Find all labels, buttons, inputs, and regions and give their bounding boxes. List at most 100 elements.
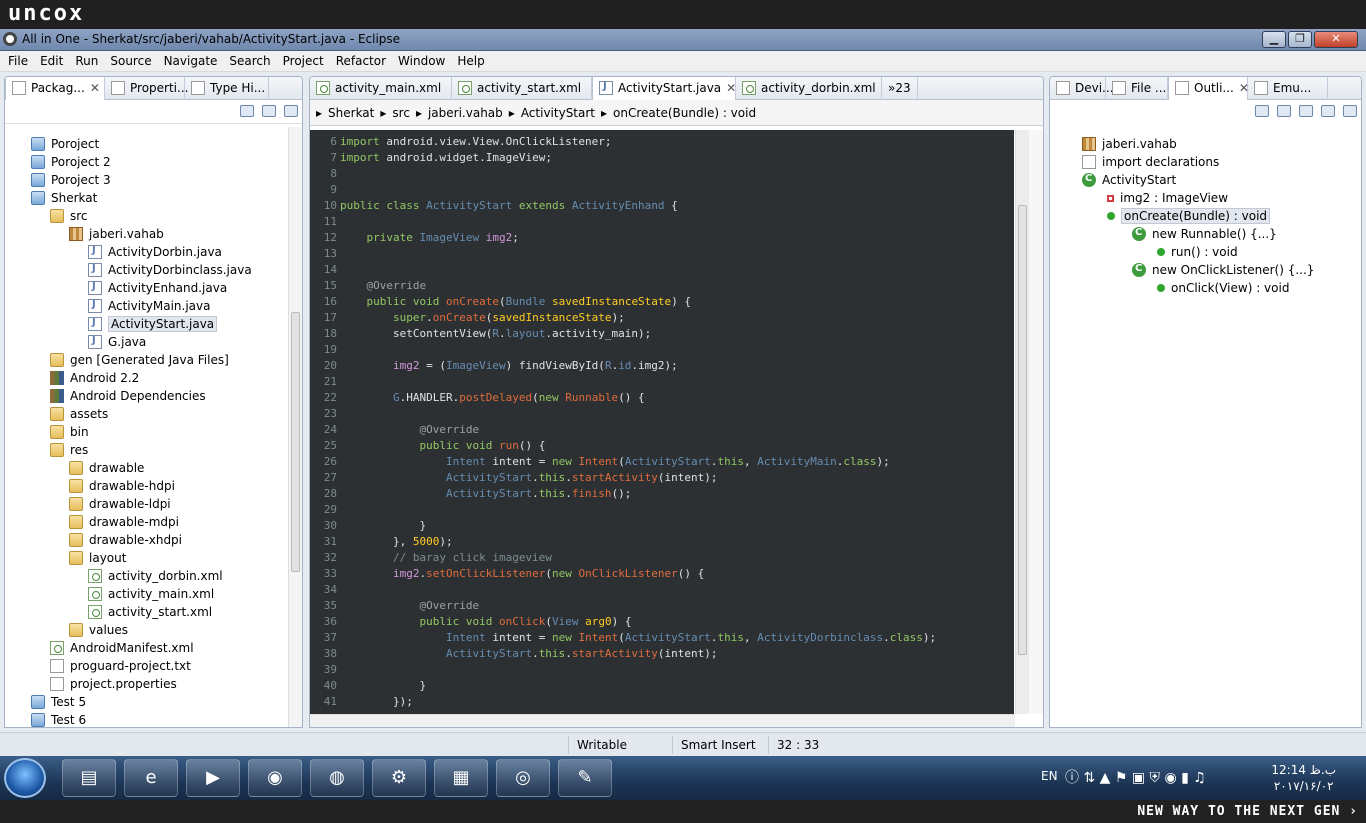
tree-item[interactable]: layout	[69, 549, 126, 567]
close-tab-icon[interactable]: ✕	[726, 81, 736, 95]
menu-project[interactable]: Project	[277, 54, 330, 68]
outline-item[interactable]: jaberi.vahab	[1082, 135, 1177, 153]
link-editor-icon[interactable]	[262, 105, 276, 117]
eclipse-taskbar-icon[interactable]: ⚙	[372, 759, 426, 797]
media-taskbar-icon[interactable]: ▶	[186, 759, 240, 797]
right-tab-0[interactable]: Devi...	[1050, 77, 1114, 100]
editor-tab-2[interactable]: ActivityStart.java ✕	[592, 77, 736, 100]
breadcrumb-arrow-icon[interactable]: ▸	[416, 106, 422, 120]
window-titlebar[interactable]: All in One - Sherkat/src/jaberi/vahab/Ac…	[0, 29, 1366, 51]
hide-fields-icon[interactable]	[1277, 105, 1291, 117]
breadcrumb-item[interactable]: Sherkat	[328, 106, 374, 120]
tree-item[interactable]: drawable	[69, 459, 144, 477]
code-line[interactable]: });	[340, 695, 413, 708]
left-tab-2[interactable]: Type Hi...	[185, 77, 269, 100]
video-taskbar-icon[interactable]: ◎	[496, 759, 550, 797]
code-line[interactable]: public class ActivityStart extends Activ…	[340, 199, 678, 212]
tree-item[interactable]: ActivityStart.java	[88, 315, 218, 333]
tree-item[interactable]: drawable-mdpi	[69, 513, 179, 531]
editor-tab-3[interactable]: activity_dorbin.xml	[736, 77, 882, 100]
outline-item[interactable]: run() : void	[1157, 243, 1238, 261]
code-line[interactable]: @Override	[340, 279, 427, 292]
breadcrumb-item[interactable]: ActivityStart	[521, 106, 595, 120]
code-line[interactable]: private ImageView img2;	[340, 231, 519, 244]
outline-item[interactable]: new OnClickListener() {...}	[1132, 261, 1314, 279]
tree-item[interactable]: activity_dorbin.xml	[88, 567, 223, 585]
package-scroll-thumb[interactable]	[291, 312, 300, 572]
hide-static-icon[interactable]	[1299, 105, 1313, 117]
editor-tab-0[interactable]: activity_main.xml	[310, 77, 452, 100]
chrome-taskbar-icon[interactable]: ◉	[248, 759, 302, 797]
editor-hscrollbar[interactable]	[310, 714, 1015, 727]
code-line[interactable]: // baray click imageview	[340, 551, 552, 564]
close-tab-icon[interactable]: ✕	[90, 81, 100, 95]
close-button[interactable]: ✕	[1314, 31, 1358, 48]
tree-item[interactable]: Android 2.2	[50, 369, 139, 387]
tree-item[interactable]: Poroject 2	[31, 153, 111, 171]
explorer-taskbar-icon[interactable]: ▤	[62, 759, 116, 797]
tree-item[interactable]: G.java	[88, 333, 146, 351]
start-button[interactable]	[4, 758, 46, 798]
sort-icon[interactable]	[1255, 105, 1269, 117]
code-editor[interactable]: 6 import android.view.View.OnClickListene…	[310, 130, 1014, 714]
menu-refactor[interactable]: Refactor	[330, 54, 392, 68]
code-line[interactable]: import android.widget.ImageView;	[340, 151, 552, 164]
menu-source[interactable]: Source	[104, 54, 157, 68]
paint-taskbar-icon[interactable]: ✎	[558, 759, 612, 797]
breadcrumb-item[interactable]: src	[392, 106, 410, 120]
code-line[interactable]: Intent intent = new Intent(ActivityStart…	[340, 631, 936, 644]
code-line[interactable]: ActivityStart.this.startActivity(intent)…	[340, 471, 718, 484]
clock[interactable]: 12:14 ب.ظ ۲۰۱۷/۱۶/۰۲	[1271, 762, 1336, 794]
breadcrumb-arrow-icon[interactable]: ▸	[380, 106, 386, 120]
outline-item[interactable]: new Runnable() {...}	[1132, 225, 1277, 243]
code-line[interactable]: }, 5000);	[340, 535, 453, 548]
code-line[interactable]: public void onClick(View arg0) {	[340, 615, 631, 628]
ie-taskbar-icon[interactable]: e	[124, 759, 178, 797]
tree-item[interactable]: ActivityEnhand.java	[88, 279, 227, 297]
code-line[interactable]: ActivityStart.this.finish();	[340, 487, 631, 500]
tree-item[interactable]: Poroject 3	[31, 171, 111, 189]
code-line[interactable]: img2 = (ImageView) findViewById(R.id.img…	[340, 359, 678, 372]
menu-search[interactable]: Search	[223, 54, 276, 68]
breadcrumb-item[interactable]: jaberi.vahab	[428, 106, 503, 120]
code-line[interactable]: public void run() {	[340, 439, 545, 452]
tree-item[interactable]: Sherkat	[31, 189, 97, 207]
menu-window[interactable]: Window	[392, 54, 451, 68]
tray-icons[interactable]: ⓘ ⇅ ▲ ⚑ ▣ ⛨ ◉ ▮ ♫	[1065, 767, 1206, 787]
tree-item[interactable]: assets	[50, 405, 108, 423]
code-line[interactable]: ActivityStart.this.startActivity(intent)…	[340, 647, 718, 660]
tree-item[interactable]: Test 6	[31, 711, 86, 727]
code-line[interactable]: import android.view.View.OnClickListener…	[340, 135, 612, 148]
tree-item[interactable]: Android Dependencies	[50, 387, 206, 405]
tree-item[interactable]: project.properties	[50, 675, 177, 693]
code-line[interactable]: @Override	[340, 423, 479, 436]
tree-item[interactable]: src	[50, 207, 88, 225]
breadcrumb-item[interactable]: onCreate(Bundle) : void	[613, 106, 756, 120]
tree-item[interactable]: values	[69, 621, 128, 639]
firefox-taskbar-icon[interactable]: ◍	[310, 759, 364, 797]
tree-item[interactable]: AndroidManifest.xml	[50, 639, 194, 657]
tree-item[interactable]: gen [Generated Java Files]	[50, 351, 229, 369]
tree-item[interactable]: Test 5	[31, 693, 86, 711]
tree-item[interactable]: drawable-hdpi	[69, 477, 175, 495]
breadcrumb-arrow-icon[interactable]: ▸	[316, 106, 322, 120]
tree-item[interactable]: proguard-project.txt	[50, 657, 191, 675]
right-tab-2[interactable]: Outli... ✕	[1168, 77, 1249, 100]
tree-item[interactable]: ActivityDorbinclass.java	[88, 261, 252, 279]
view-menu-icon[interactable]	[284, 105, 298, 117]
tree-item[interactable]: drawable-xhdpi	[69, 531, 182, 549]
minimize-button[interactable]: ▁	[1262, 31, 1286, 48]
tab-overflow[interactable]: »23	[882, 77, 918, 100]
collapse-all-icon[interactable]	[240, 105, 254, 117]
tree-item[interactable]: activity_main.xml	[88, 585, 214, 603]
menu-navigate[interactable]: Navigate	[158, 54, 224, 68]
menu-help[interactable]: Help	[451, 54, 490, 68]
menu-file[interactable]: File	[2, 54, 34, 68]
menu-edit[interactable]: Edit	[34, 54, 69, 68]
outline-item[interactable]: onCreate(Bundle) : void	[1107, 207, 1271, 225]
focus-icon[interactable]	[1343, 105, 1357, 117]
tree-item[interactable]: ActivityDorbin.java	[88, 243, 222, 261]
language-indicator[interactable]: EN	[1041, 769, 1058, 783]
code-line[interactable]: Intent intent = new Intent(ActivityStart…	[340, 455, 890, 468]
calculator-taskbar-icon[interactable]: ▦	[434, 759, 488, 797]
